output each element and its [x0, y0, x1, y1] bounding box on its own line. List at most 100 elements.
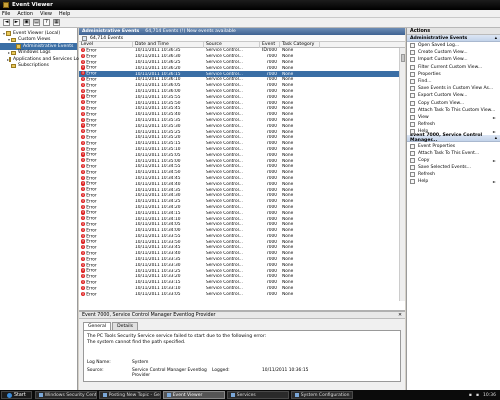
- back-arrow-icon[interactable]: ◄: [3, 19, 10, 26]
- action-item[interactable]: Save Selected Events...: [407, 164, 500, 171]
- cell-event-id: 7000: [260, 292, 280, 297]
- actions-section-view[interactable]: Administrative Events ▴: [407, 35, 500, 42]
- show-hide-tree-icon[interactable]: ▤: [33, 19, 40, 26]
- cell-level: ! Error: [79, 140, 133, 146]
- action-item[interactable]: Refresh: [407, 121, 500, 128]
- cell-date: 10/11/2011 10:36:20: [133, 66, 204, 71]
- cell-task-text: None: [282, 117, 294, 123]
- cell-date-text: 10/11/2011 10:36:35: [135, 48, 181, 54]
- submenu-arrow-icon: ►: [492, 157, 496, 163]
- binoculars-icon: [410, 79, 415, 85]
- properties-icon[interactable]: ▦: [53, 19, 60, 26]
- column-level[interactable]: Level: [79, 41, 133, 48]
- cell-event-id: 7000: [260, 193, 280, 198]
- cell-level: ! Error: [79, 59, 133, 65]
- column-source[interactable]: Source: [204, 41, 260, 48]
- cell-event-id: 7000: [260, 153, 280, 158]
- cell-task: None: [280, 153, 320, 158]
- cell-event-id-text: 7000: [266, 71, 277, 77]
- menu-help[interactable]: Help: [59, 11, 70, 17]
- column-date-time[interactable]: Date and Time: [133, 41, 204, 48]
- action-label: Event Properties: [418, 143, 456, 149]
- event-viewer-icon: [3, 2, 9, 8]
- cell-date: 10/11/2011 10:36:10: [133, 77, 204, 82]
- clock[interactable]: 10:36: [483, 393, 496, 398]
- forward-arrow-icon[interactable]: ►: [13, 19, 20, 26]
- cell-source-text: Service Control...: [206, 152, 243, 158]
- cell-source-text: Service Control...: [206, 48, 243, 54]
- tab-details[interactable]: Details: [112, 322, 139, 330]
- taskbar-button[interactable]: System Configuration: [290, 391, 353, 399]
- cell-level: ! Error: [79, 279, 133, 286]
- cell-event-id-text: 7000: [266, 181, 277, 187]
- action-item[interactable]: Filter Current Custom View...: [407, 64, 500, 71]
- tab-general[interactable]: General: [83, 322, 112, 330]
- cell-level: ! Error: [79, 106, 133, 112]
- cell-event-id: 7000: [260, 83, 280, 88]
- cell-event-id-text: 7000: [266, 262, 277, 268]
- cell-event-id: 7000: [260, 66, 280, 71]
- cell-level: ! Error: [79, 204, 133, 210]
- error-icon: !: [81, 291, 86, 296]
- menu-action[interactable]: Action: [17, 11, 33, 17]
- action-item[interactable]: Properties: [407, 71, 500, 78]
- cell-date: 10/11/2011 10:36:25: [133, 60, 204, 65]
- taskbar-button[interactable]: Event Viewer: [162, 391, 225, 399]
- scrollbar-thumb[interactable]: [401, 54, 405, 62]
- cell-task: None: [280, 211, 320, 216]
- tree-item-label: Applications and Services Logs: [13, 56, 85, 62]
- table-row[interactable]: ! Error 10/11/2011 10:33:05 Service Control…: [79, 291, 405, 297]
- copy-icon: [410, 157, 415, 163]
- cell-date-text: 10/11/2011 10:34:20: [135, 204, 181, 210]
- action-item[interactable]: Open Saved Log...: [407, 42, 500, 49]
- cell-event-id: 7000: [260, 222, 280, 227]
- action-item[interactable]: Copy ►: [407, 157, 500, 164]
- column-task-category[interactable]: Task Category: [280, 41, 320, 48]
- vertical-scrollbar[interactable]: [399, 48, 405, 301]
- action-item[interactable]: Help ►: [407, 178, 500, 185]
- cell-event-id-text: 7000: [266, 152, 277, 158]
- help-icon[interactable]: ?: [43, 19, 50, 26]
- cell-event-id-text: 7000: [266, 65, 277, 71]
- collapse-icon[interactable]: ▴: [495, 136, 497, 141]
- action-item[interactable]: Export Custom View...: [407, 92, 500, 99]
- cell-event-id-text: 7000: [266, 268, 277, 274]
- action-item[interactable]: Help ►: [407, 128, 500, 135]
- actions-section-event[interactable]: Event 7000, Service Control Manager... ▴: [407, 133, 500, 143]
- action-item[interactable]: Find...: [407, 78, 500, 85]
- taskbar-button[interactable]: Windows Security Center: [34, 391, 97, 399]
- cell-source-text: Service Control...: [206, 88, 243, 94]
- action-item[interactable]: Event Properties: [407, 142, 500, 149]
- action-item[interactable]: Create Custom View...: [407, 49, 500, 56]
- close-icon[interactable]: ✕: [398, 313, 402, 318]
- cell-task-text: None: [282, 129, 294, 135]
- taskbar-button[interactable]: Services: [226, 391, 289, 399]
- cell-date: 10/11/2011 10:33:40: [133, 251, 204, 256]
- cell-task: None: [280, 269, 320, 274]
- action-item[interactable]: Copy Custom View...: [407, 100, 500, 107]
- action-item[interactable]: Attach Task To This Custom View...: [407, 107, 500, 114]
- cell-task-text: None: [282, 274, 294, 280]
- action-item[interactable]: Save Events in Custom View As...: [407, 85, 500, 92]
- action-label: Save Selected Events...: [418, 165, 471, 171]
- menu-view[interactable]: View: [40, 11, 52, 17]
- collapse-icon[interactable]: ▴: [495, 36, 497, 41]
- column-event-id[interactable]: Event ID: [260, 41, 280, 53]
- cell-task-text: None: [282, 251, 294, 257]
- start-button[interactable]: Start: [1, 391, 32, 399]
- action-item[interactable]: Attach Task To This Event...: [407, 150, 500, 157]
- cell-task-text: None: [282, 152, 294, 158]
- up-folder-icon[interactable]: ▣: [23, 19, 30, 26]
- volume-icon[interactable]: ▪: [476, 393, 479, 398]
- cell-source-text: Service Control...: [206, 245, 243, 251]
- cell-event-id: 7000: [260, 228, 280, 233]
- action-item[interactable]: View ►: [407, 114, 500, 121]
- cell-source: Service Control...: [204, 205, 260, 210]
- tree-item[interactable]: Subscriptions: [0, 63, 77, 70]
- menu-file[interactable]: File: [2, 11, 10, 17]
- cell-level: ! Error: [79, 169, 133, 175]
- action-item[interactable]: Import Custom View...: [407, 56, 500, 63]
- action-item[interactable]: Refresh: [407, 171, 500, 178]
- taskbar-button[interactable]: Posting New Topic - Geo...: [98, 391, 161, 399]
- network-icon[interactable]: ▪: [469, 393, 472, 398]
